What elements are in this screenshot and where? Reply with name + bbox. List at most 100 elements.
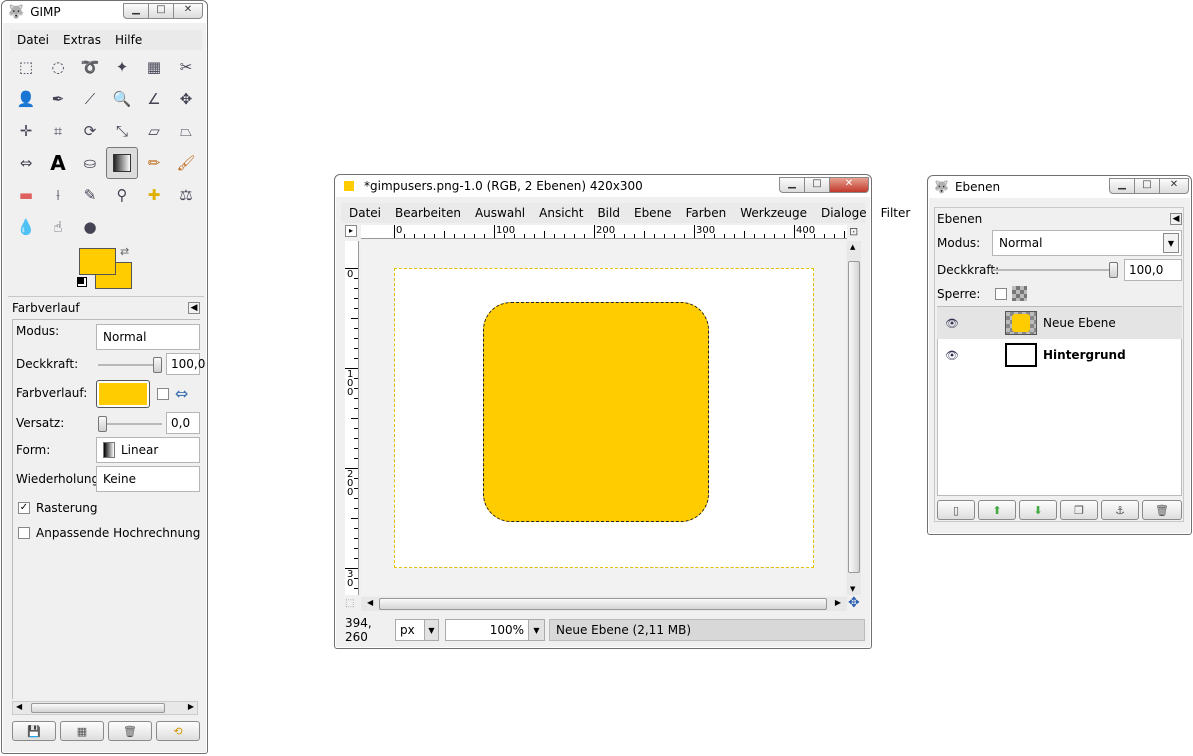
offset-slider-handle[interactable] [98, 416, 107, 432]
paintbrush-icon[interactable]: 🖌 [170, 147, 202, 179]
text-icon[interactable]: A [42, 147, 74, 179]
blend-icon[interactable] [106, 147, 138, 179]
bucket-fill-icon[interactable]: ⛀ [74, 147, 106, 179]
repeat-select[interactable]: Keine [96, 466, 200, 492]
offset-spin[interactable]: 0,0 [166, 412, 200, 434]
reset-options-button[interactable]: ⟲ [156, 721, 200, 741]
close-button[interactable]: ✕ [1159, 178, 1189, 194]
zoom-icon[interactable]: 🔍 [106, 83, 138, 115]
move-icon[interactable]: ✥ [170, 83, 202, 115]
layer-name[interactable]: Neue Ebene [1043, 316, 1116, 330]
align-icon[interactable]: ✛ [10, 115, 42, 147]
save-options-button[interactable]: 💾 [12, 721, 56, 741]
opacity-slider-handle[interactable] [153, 357, 162, 373]
menu-werkzeuge[interactable]: Werkzeuge [740, 206, 807, 220]
maximize-button[interactable]: □ [804, 177, 830, 193]
new-layer-button[interactable]: ▯ [937, 500, 975, 520]
layers-tab-label[interactable]: Ebenen [937, 212, 982, 226]
restore-options-button[interactable]: ▦ [60, 721, 104, 741]
mode-select[interactable]: Normal [96, 324, 200, 350]
menu-dialoge[interactable]: Dialoge [821, 206, 867, 220]
menu-bild[interactable]: Bild [597, 206, 620, 220]
color-select-icon[interactable]: ▦ [138, 51, 170, 83]
dither-option[interactable]: ✓ Rasterung [18, 501, 98, 515]
shape-select[interactable]: Linear [96, 437, 200, 463]
toolbox-titlebar[interactable]: 🐺 GIMP ▁ □ ✕ [2, 1, 207, 23]
scissors-icon[interactable]: ✂ [170, 51, 202, 83]
menu-bearbeiten[interactable]: Bearbeiten [395, 206, 461, 220]
magic-wand-icon[interactable]: ✦ [106, 51, 138, 83]
menu-hilfe[interactable]: Hilfe [115, 33, 142, 47]
crop-icon[interactable]: ⌗ [42, 115, 74, 147]
tab-menu-icon[interactable]: ◀ [1170, 213, 1182, 225]
menu-auswahl[interactable]: Auswahl [475, 206, 525, 220]
quick-mask-toggle[interactable]: ▸ [345, 225, 357, 237]
menu-datei[interactable]: Datei [349, 206, 381, 220]
shear-icon[interactable]: ▱ [138, 115, 170, 147]
tab-menu-icon[interactable]: ◀ [188, 302, 200, 314]
image-vscrollbar[interactable]: ▲ ▼ [847, 241, 861, 595]
layers-opacity-handle[interactable] [1109, 262, 1118, 278]
paths-icon[interactable]: ✒ [42, 83, 74, 115]
default-colors-icon[interactable] [77, 277, 87, 287]
unit-select[interactable]: px ▼ [395, 619, 439, 641]
duplicate-layer-button[interactable]: ❐ [1060, 500, 1098, 520]
blur-icon[interactable]: 💧 [10, 211, 42, 243]
lasso-icon[interactable]: ➰ [74, 51, 106, 83]
perspective-clone-icon[interactable]: ⚖ [170, 179, 202, 211]
scale-icon[interactable]: ⤡ [106, 115, 138, 147]
smudge-icon[interactable]: ☝ [42, 211, 74, 243]
layer-name[interactable]: Hintergrund [1043, 348, 1126, 362]
selection-toggle-icon[interactable]: ⬚ [345, 598, 354, 609]
delete-layer-button[interactable]: 🗑 [1142, 500, 1182, 520]
minimize-button[interactable]: ▁ [123, 3, 149, 19]
offset-slider[interactable] [98, 416, 162, 432]
menu-ebene[interactable]: Ebene [634, 206, 672, 220]
anchor-layer-button[interactable]: ⚓ [1101, 500, 1139, 520]
zoom-fit-icon[interactable]: ⊡ [849, 225, 858, 238]
layers-opacity-slider[interactable] [992, 262, 1118, 278]
opacity-slider[interactable] [98, 357, 162, 373]
raise-layer-button[interactable]: ⬆ [978, 500, 1016, 520]
toolbox-hscrollbar[interactable]: ◀ ▶ [12, 701, 198, 715]
layers-mode-select[interactable]: Normal ▼ [992, 230, 1182, 256]
heal-icon[interactable]: ✚ [138, 179, 170, 211]
lower-layer-button[interactable]: ⬇ [1019, 500, 1057, 520]
image-canvas[interactable] [394, 268, 814, 568]
layers-titlebar[interactable]: 🐺 Ebenen ▁ □ ✕ [928, 176, 1191, 198]
image-hscrollbar[interactable]: ◀ ▶ [361, 597, 847, 611]
eye-icon[interactable]: 👁 [945, 317, 961, 330]
gradient-preview-button[interactable] [96, 380, 150, 408]
layer-row-hintergrund[interactable]: 👁 Hintergrund [937, 339, 1182, 371]
eraser-icon[interactable]: ▬ [10, 179, 42, 211]
delete-options-button[interactable]: 🗑 [108, 721, 152, 741]
opacity-spin[interactable]: 100,0 [166, 353, 205, 375]
menu-datei[interactable]: Datei [17, 33, 49, 47]
navigate-icon[interactable]: ✥ [848, 595, 860, 611]
maximize-button[interactable]: □ [148, 3, 174, 19]
gradient-reverse-checkbox[interactable] [157, 388, 169, 400]
layer-row-neue-ebene[interactable]: 👁 Neue Ebene [937, 307, 1182, 339]
image-titlebar[interactable]: *gimpusers.png-1.0 (RGB, 2 Ebenen) 420x3… [335, 175, 871, 197]
close-button[interactable]: ✕ [173, 3, 203, 19]
measure-icon[interactable]: ∠ [138, 83, 170, 115]
menu-filter[interactable]: Filter [881, 206, 911, 220]
lock-pixels-checkbox[interactable] [995, 288, 1007, 300]
dither-checkbox[interactable]: ✓ [18, 502, 30, 514]
minimize-button[interactable]: ▁ [1109, 178, 1135, 194]
clone-icon[interactable]: ⚲ [106, 179, 138, 211]
eye-icon[interactable]: 👁 [945, 349, 961, 362]
dodge-burn-icon[interactable]: ● [74, 211, 106, 243]
adaptive-checkbox[interactable] [18, 527, 30, 539]
minimize-button[interactable]: ▁ [779, 177, 805, 193]
layers-opacity-spin[interactable]: 100,0 [1124, 259, 1182, 281]
perspective-icon[interactable]: ⏢ [170, 115, 202, 147]
rect-select-icon[interactable]: ⬚ [10, 51, 42, 83]
adaptive-option[interactable]: Anpassende Hochrechnung [18, 526, 200, 540]
close-button[interactable]: ✕ [829, 177, 869, 193]
menu-farben[interactable]: Farben [686, 206, 727, 220]
color-picker-icon[interactable]: ⟋ [74, 83, 106, 115]
ink-icon[interactable]: ✎ [74, 179, 106, 211]
airbrush-icon[interactable]: ⟊ [42, 179, 74, 211]
lock-alpha-icon[interactable] [1012, 286, 1027, 301]
